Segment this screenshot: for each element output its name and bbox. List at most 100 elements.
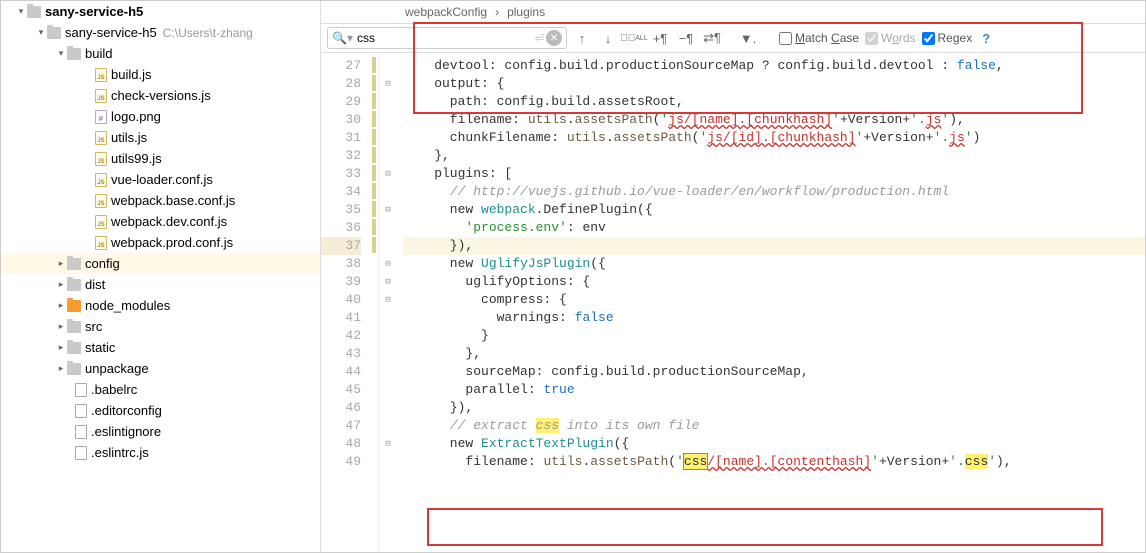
tree-path: C:\Users\t-zhang [163,26,253,40]
tree-file[interactable]: JS utils.js [1,127,320,148]
project-sidebar: ▾ sany-service-h5 ▾ sany-service-h5 C:\U… [1,1,321,552]
tree-label: .eslintignore [91,424,161,439]
app-root: ▾ sany-service-h5 ▾ sany-service-h5 C:\U… [0,0,1146,553]
chevron-down-icon: ▾ [35,27,47,39]
file-icon [75,425,87,439]
enter-icon: ⏎ [535,32,544,45]
folder-icon [67,48,81,60]
tree-folder[interactable]: ▸ src [1,316,320,337]
find-input-box: 🔍▾ ⏎ ✕ [327,27,567,49]
folder-icon [67,363,81,375]
tree-file[interactable]: JS build.js [1,64,320,85]
file-icon: P [95,110,107,124]
next-match-button[interactable]: ↓ [597,27,619,49]
tree-label: sany-service-h5 [45,4,143,19]
tree-folder[interactable]: ▸config [1,253,320,274]
tree-file[interactable]: JS webpack.prod.conf.js [1,232,320,253]
add-selection-button[interactable]: +¶ [649,27,671,49]
tree-file[interactable]: JSutils99.js [1,148,320,169]
tree-label: webpack.prod.conf.js [111,235,233,250]
find-input[interactable] [357,28,533,48]
tree-label: utils.js [111,130,147,145]
regex-checkbox[interactable]: Regex [922,31,973,45]
tree-label: .eslintrc.js [91,445,149,460]
tree-file[interactable]: .editorconfig [1,400,320,421]
breadcrumb-sep: › [495,5,499,19]
tree-root[interactable]: ▾ sany-service-h5 [1,1,320,22]
chevron-right-icon: ▸ [55,300,67,312]
tree-folder[interactable]: ▸dist [1,274,320,295]
file-icon [75,446,87,460]
breadcrumb-item[interactable]: plugins [507,5,545,19]
tree-label: sany-service-h5 [65,25,157,40]
match-case-checkbox[interactable]: Match Case [779,31,859,45]
change-marks [369,53,379,552]
file-icon [75,383,87,397]
file-icon: JS [95,236,107,250]
fold-column: ⊟⊟⊟⊟⊟⊟⊟ [379,53,397,552]
prev-match-button[interactable]: ↑ [571,27,593,49]
folder-icon [47,27,61,39]
tree-file[interactable]: .babelrc [1,379,320,400]
tree-label: build.js [111,67,151,82]
file-icon: JS [95,215,107,229]
tree-label: webpack.base.conf.js [111,193,235,208]
tree-label: config [85,256,120,271]
clear-icon[interactable]: ✕ [546,30,562,46]
file-icon: JS [95,68,107,82]
tree-folder[interactable]: ▸ static [1,337,320,358]
tree-label: logo.png [111,109,161,124]
tree-label: src [85,319,102,334]
tree-label: .babelrc [91,382,137,397]
folder-icon [27,6,41,18]
code-area[interactable]: devtool: config.build.productionSourceMa… [397,53,1145,552]
breadcrumb: webpackConfig › plugins [321,1,1145,23]
chevron-right-icon: ▸ [55,342,67,354]
file-icon [75,404,87,418]
file-icon: JS [95,131,107,145]
chevron-right-icon: ▸ [55,321,67,333]
search-icon: 🔍▾ [332,31,353,45]
tree-project[interactable]: ▾ sany-service-h5 C:\Users\t-zhang [1,22,320,43]
tree-folder[interactable]: ▸ node_modules [1,295,320,316]
toggle-selection-button[interactable]: ⇄¶ [701,27,723,49]
line-gutter: 2728293031323334353637383940414243444546… [321,53,369,552]
tree-label: dist [85,277,105,292]
tree-label: .editorconfig [91,403,162,418]
tree-label: check-versions.js [111,88,211,103]
remove-selection-button[interactable]: −¶ [675,27,697,49]
chevron-down-icon: ▾ [55,48,67,60]
file-tree: ▾ sany-service-h5 ▾ sany-service-h5 C:\U… [1,1,320,463]
tree-file[interactable]: .eslintrc.js [1,442,320,463]
tree-file[interactable]: .eslintignore [1,421,320,442]
tree-file[interactable]: Plogo.png [1,106,320,127]
folder-icon [67,258,81,270]
tree-label: utils99.js [111,151,162,166]
code-editor[interactable]: 2728293031323334353637383940414243444546… [321,53,1145,552]
editor-main: webpackConfig › plugins 🔍▾ ⏎ ✕ ↑ ↓ �ాALL… [321,1,1145,552]
select-all-button[interactable]: �ాALL [623,27,645,49]
tree-file[interactable]: JSvue-loader.conf.js [1,169,320,190]
chevron-right-icon: ▸ [55,363,67,375]
file-icon: JS [95,194,107,208]
breadcrumb-item[interactable]: webpackConfig [405,5,487,19]
tree-label: static [85,340,115,355]
file-icon: JS [95,89,107,103]
tree-label: unpackage [85,361,149,376]
tree-label: webpack.dev.conf.js [111,214,227,229]
tree-label: build [85,46,112,61]
help-icon[interactable]: ? [982,31,990,46]
find-toolbar: 🔍▾ ⏎ ✕ ↑ ↓ �ాALL +¶ −¶ ⇄¶ ▼. Match Case … [321,23,1145,53]
tree-file[interactable]: JS webpack.dev.conf.js [1,211,320,232]
folder-icon [67,321,81,333]
words-checkbox[interactable]: Words [865,31,915,45]
tree-label: node_modules [85,298,170,313]
folder-icon [67,300,81,312]
filter-icon[interactable]: ▼. [737,27,759,49]
tree-folder[interactable]: ▸ unpackage [1,358,320,379]
file-icon: JS [95,173,107,187]
tree-file[interactable]: JS check-versions.js [1,85,320,106]
tree-file[interactable]: JS webpack.base.conf.js [1,190,320,211]
tree-folder-build[interactable]: ▾ build [1,43,320,64]
folder-icon [67,279,81,291]
